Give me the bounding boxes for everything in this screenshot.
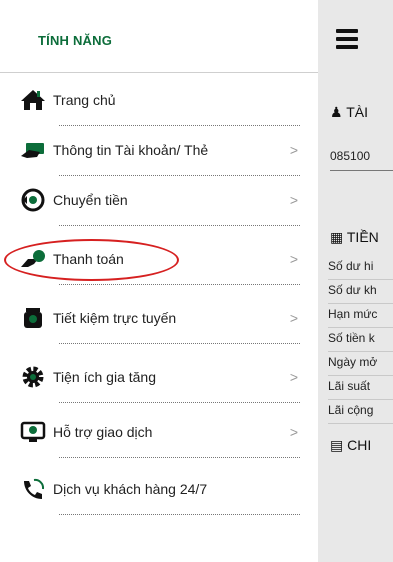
highlight-circle (4, 239, 179, 281)
divider (59, 514, 300, 515)
home-icon (20, 88, 46, 112)
money-section-header: ▦ TIỀN (330, 229, 379, 246)
money-icon: ▦ (330, 229, 344, 245)
menu-item-customer-service[interactable]: Dịch vụ khách hàng 24/7 (0, 465, 318, 515)
info-label: Hạn mức (328, 307, 378, 321)
divider (328, 423, 393, 424)
menu-item-label: Trang chủ (53, 92, 116, 108)
info-label: Lãi cộng (328, 403, 374, 417)
hamburger-menu-icon[interactable] (336, 29, 358, 53)
menu-item-label: Thông tin Tài khoản/ Thẻ (53, 142, 209, 158)
divider (0, 72, 318, 73)
detail-section-title: CHI (347, 437, 372, 453)
menu-item-label: Chuyển tiền (53, 192, 128, 208)
divider (59, 343, 300, 344)
detail-section-header: ▤ CHI (330, 437, 371, 454)
menu-item-value-added[interactable]: Tiện ích gia tăng > (0, 353, 318, 403)
info-row: Lãi cộng (328, 400, 393, 424)
main-content-overlay[interactable]: ♟ TÀI 085100 ▦ TIỀN Số dư hi Số dư kh Hạ… (318, 0, 393, 562)
menu-item-label: Tiết kiệm trực tuyến (53, 310, 177, 326)
info-label: Ngày mở (328, 355, 378, 369)
menu-item-label: Tiện ích gia tăng (53, 369, 156, 385)
account-section-title: TÀI (346, 104, 368, 120)
menu-title: TÍNH NĂNG (38, 33, 113, 48)
menu-item-online-savings[interactable]: Tiết kiệm trực tuyến > (0, 294, 318, 344)
account-section-header: ♟ TÀI (330, 104, 368, 121)
menu-item-transaction-support[interactable]: Hỗ trợ giao dịch > (0, 408, 318, 458)
document-icon: ▤ (330, 437, 344, 453)
money-transfer-icon (20, 188, 46, 212)
info-label: Số dư kh (328, 283, 377, 297)
side-menu: TÍNH NĂNG Trang chủ Thông tin Tài khoản/… (0, 0, 318, 562)
info-row: Hạn mức (328, 304, 393, 328)
divider (59, 457, 300, 458)
info-label: Số dư hi (328, 259, 374, 273)
chevron-right-icon: > (289, 251, 298, 267)
chevron-right-icon: > (289, 142, 298, 158)
info-row: Ngày mở (328, 352, 393, 376)
chevron-right-icon: > (289, 369, 298, 385)
menu-item-label: Dịch vụ khách hàng 24/7 (53, 481, 208, 497)
account-number[interactable]: 085100 (330, 149, 370, 163)
menu-item-label: Hỗ trợ giao dịch (53, 424, 153, 440)
chevron-right-icon: > (289, 192, 298, 208)
info-row: Số dư kh (328, 280, 393, 304)
menu-item-account-info[interactable]: Thông tin Tài khoản/ Thẻ > (0, 126, 318, 176)
info-label: Lãi suất (328, 379, 371, 393)
chevron-right-icon: > (289, 310, 298, 326)
money-section-title: TIỀN (346, 229, 379, 245)
menu-item-home[interactable]: Trang chủ (0, 76, 318, 126)
card-info-icon (20, 138, 46, 162)
divider (330, 170, 393, 171)
phone-support-icon (20, 477, 46, 501)
info-row: Số tiền k (328, 328, 393, 352)
info-row: Lãi suất (328, 376, 393, 400)
divider (59, 284, 300, 285)
divider (59, 225, 300, 226)
gear-icon (20, 365, 46, 389)
divider (59, 402, 300, 403)
piggy-bank-icon (20, 306, 46, 330)
chevron-right-icon: > (289, 424, 298, 440)
support-screen-icon (20, 420, 46, 444)
info-label: Số tiền k (328, 331, 375, 345)
menu-item-transfer[interactable]: Chuyển tiền > (0, 176, 318, 226)
user-icon: ♟ (330, 104, 343, 120)
info-row: Số dư hi (328, 256, 393, 280)
